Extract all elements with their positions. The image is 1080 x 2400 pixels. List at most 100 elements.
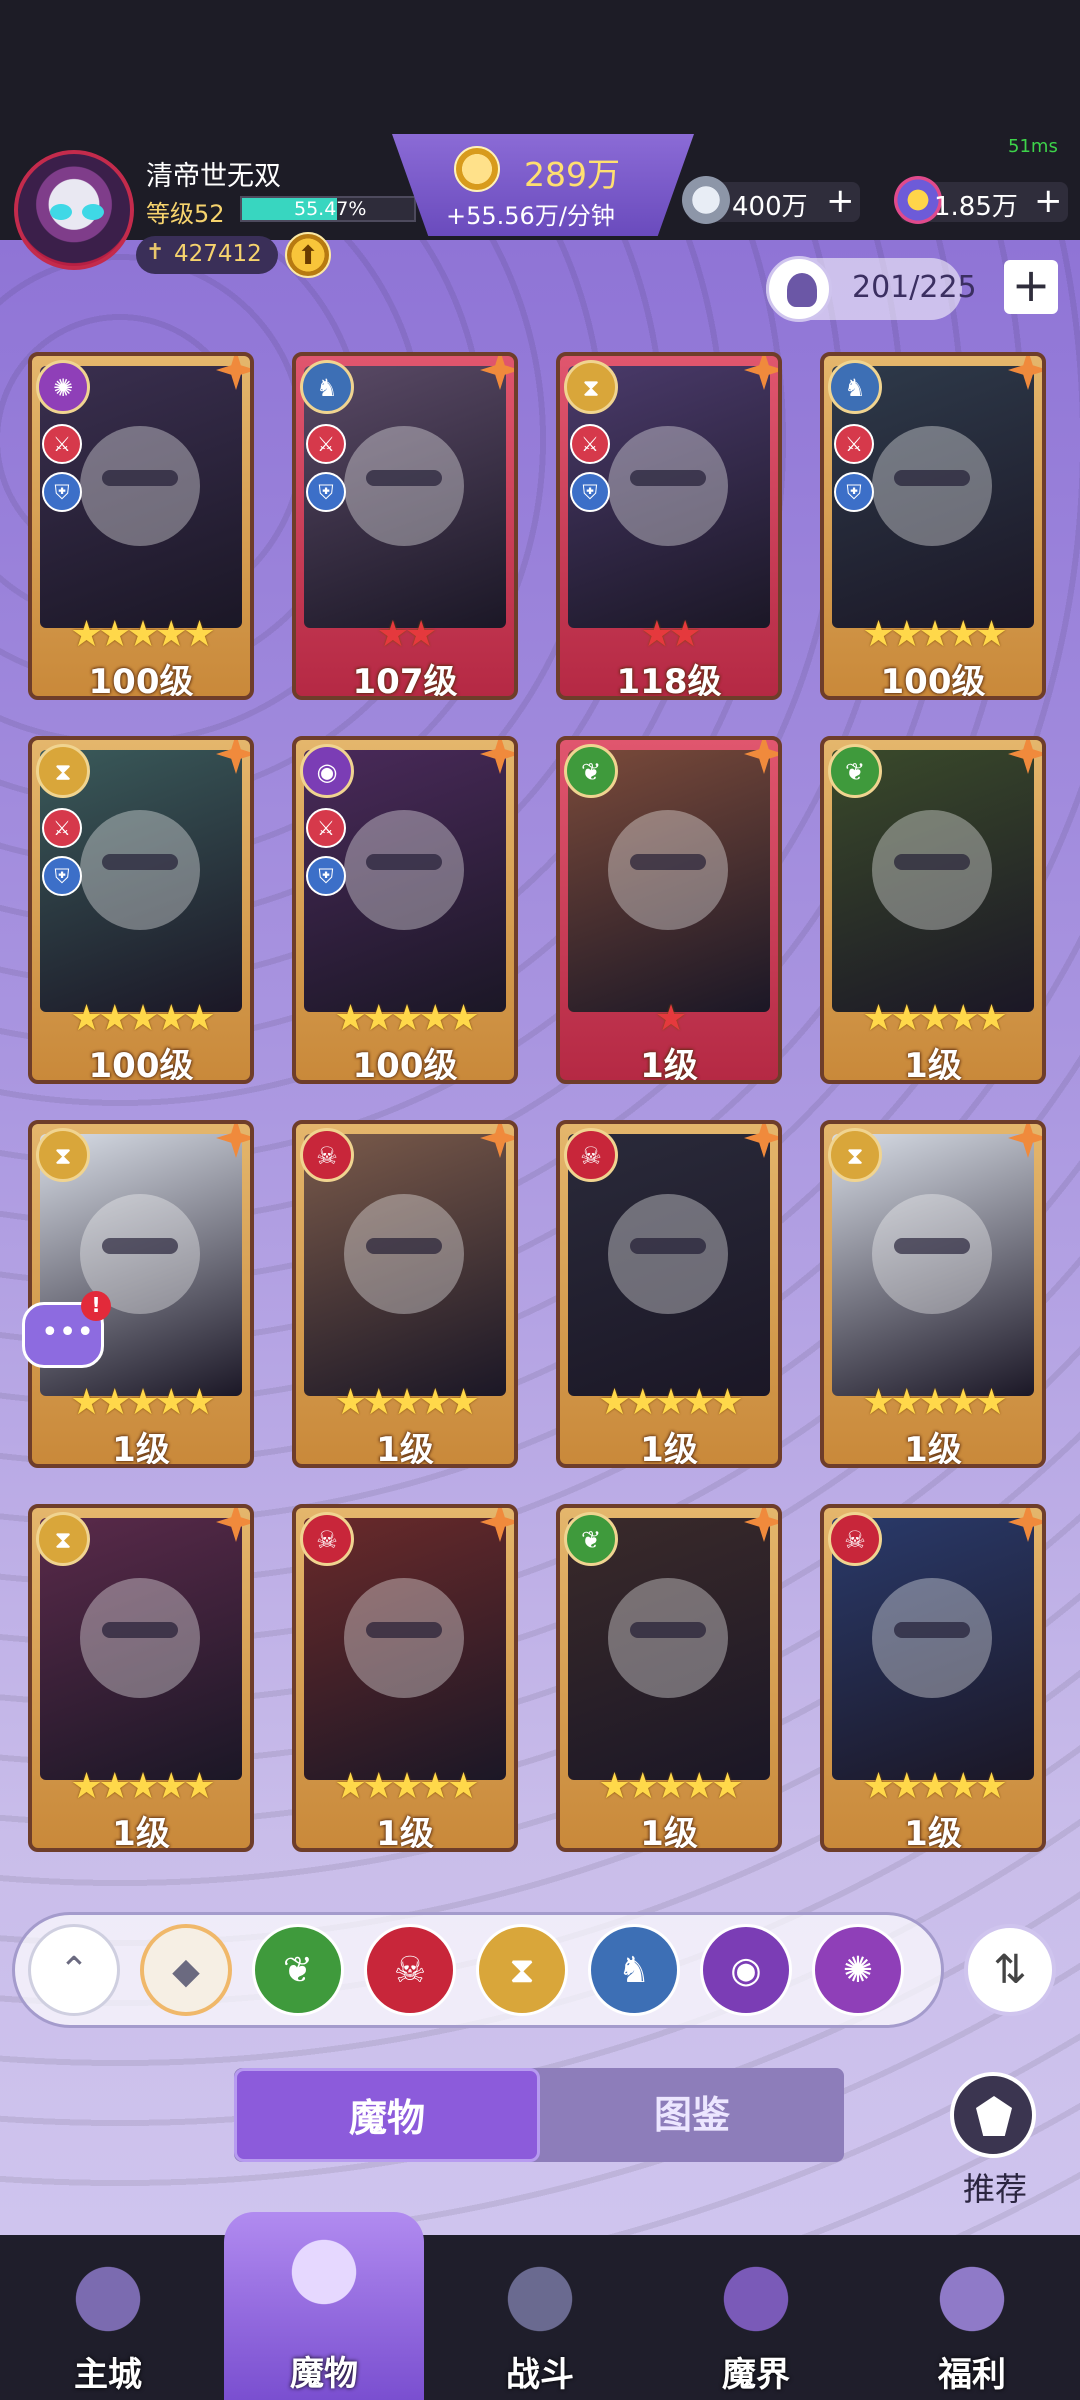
player-level: 等级52 xyxy=(146,200,225,228)
hourglass-faction-icon: ⧗ xyxy=(36,744,90,798)
dragon-faction-icon[interactable]: ♞ xyxy=(588,1924,680,2016)
hourglass-faction-icon: ⧗ xyxy=(36,1512,90,1566)
eye-faction-icon[interactable]: ◉ xyxy=(700,1924,792,2016)
castle-icon xyxy=(58,2249,158,2349)
collapse-icon[interactable]: ⌃ xyxy=(28,1924,120,2016)
star-rating: ★★★★★ xyxy=(70,1766,215,1807)
nav-label: 战斗 xyxy=(506,2355,574,2395)
recommend-button[interactable] xyxy=(950,2072,1036,2158)
monster-card[interactable]: ✺ ⚔ ⛨ ★★★★★ 100级 xyxy=(28,352,254,700)
power-up-button[interactable]: ⬆ xyxy=(285,232,331,278)
attack-badge-icon: ⚔ xyxy=(306,424,346,464)
exp-percent: 55.47% xyxy=(294,198,367,220)
demon-faction-icon[interactable]: ☠ xyxy=(364,1924,456,2016)
avatar-eye xyxy=(82,204,104,220)
spiral-faction-icon[interactable]: ✺ xyxy=(812,1924,904,2016)
leaf-faction-icon: ❦ xyxy=(564,744,618,798)
star-rating: ★★★★★ xyxy=(70,1382,215,1423)
monster-card[interactable]: ☠ ★★★★★ 1级 xyxy=(292,1120,518,1468)
hourglass-faction-icon: ⧗ xyxy=(36,1128,90,1182)
spiral-faction-icon: ✺ xyxy=(36,360,90,414)
monster-level: 1级 xyxy=(376,1430,434,1468)
dragon-faction-icon: ♞ xyxy=(828,360,882,414)
monster-card[interactable]: ◉ ⚔ ⛨ ★★★★★ 100级 xyxy=(292,736,518,1084)
hourglass-faction-icon: ⧗ xyxy=(828,1128,882,1182)
monster-level: 100级 xyxy=(88,662,194,700)
star-rating: ★★★★★ xyxy=(70,614,215,655)
monster-card[interactable]: ⧗ ★★★★★ 1级 xyxy=(28,1120,254,1468)
tab-codex[interactable]: 图鉴 xyxy=(540,2068,844,2162)
expand-capacity-button[interactable]: + xyxy=(1004,260,1058,314)
monster-level: 100级 xyxy=(352,1046,458,1084)
eye-faction-icon: ◉ xyxy=(300,744,354,798)
monster-card[interactable]: ♞ ⚔ ⛨ ★★★★★ 100级 xyxy=(820,352,1046,700)
defense-badge-icon: ⛨ xyxy=(570,472,610,512)
dragon-faction-icon: ♞ xyxy=(300,360,354,414)
resource-star-crystal-value: 1.85万 xyxy=(934,192,1018,222)
monster-card[interactable]: ☠ ★★★★★ 1级 xyxy=(292,1504,518,1852)
defense-badge-icon: ⛨ xyxy=(42,856,82,896)
monster-card[interactable]: ☠ ★★★★★ 1级 xyxy=(556,1120,782,1468)
gold-amount: 289万 xyxy=(524,155,620,194)
monster-level: 1级 xyxy=(640,1814,698,1852)
monster-card[interactable]: ❦ ★ 1级 xyxy=(556,736,782,1084)
nav-label: 福利 xyxy=(938,2355,1006,2395)
monster-card[interactable]: ⧗ ★★★★★ 1级 xyxy=(820,1120,1046,1468)
monster-level: 1级 xyxy=(904,1430,962,1468)
monster-card[interactable]: ♞ ⚔ ⛨ ★★ 107级 xyxy=(292,352,518,700)
resource-gem-value: 400万 xyxy=(732,192,808,222)
monster-level: 1级 xyxy=(904,1814,962,1852)
monster-card[interactable]: ⧗ ⚔ ⛨ ★★★★★ 100级 xyxy=(28,736,254,1084)
attack-badge-icon: ⚔ xyxy=(834,424,874,464)
attack-badge-icon: ⚔ xyxy=(42,808,82,848)
player-avatar[interactable] xyxy=(14,150,134,270)
avatar-eye xyxy=(50,204,72,220)
demon-faction-icon: ☠ xyxy=(564,1128,618,1182)
star-rating: ★★★★★ xyxy=(862,1382,1007,1423)
leaf-faction-icon[interactable]: ❦ xyxy=(252,1924,344,2016)
resource-star-crystal[interactable]: 1.85万 + xyxy=(894,176,1068,224)
star-rating: ★★ xyxy=(640,614,702,655)
monster-level: 1级 xyxy=(640,1046,698,1084)
star-rating: ★★★★★ xyxy=(70,998,215,1039)
attack-badge-icon: ⚔ xyxy=(42,424,82,464)
roster-capacity-value: 201/225 xyxy=(852,270,977,305)
monster-level: 100级 xyxy=(88,1046,194,1084)
nav-item[interactable]: 主城 xyxy=(8,2235,208,2400)
nav-label: 主城 xyxy=(74,2355,142,2395)
attack-badge-icon: ⚔ xyxy=(306,808,346,848)
leaf-faction-icon: ❦ xyxy=(564,1512,618,1566)
star-rating: ★★ xyxy=(376,614,438,655)
nav-item[interactable]: 魔物 xyxy=(224,2212,424,2400)
monster-level: 1级 xyxy=(376,1814,434,1852)
monster-card[interactable]: ☠ ★★★★★ 1级 xyxy=(820,1504,1046,1852)
monster-card[interactable]: ⧗ ⚔ ⛨ ★★ 118级 xyxy=(556,352,782,700)
roster-capacity: 201/225 xyxy=(766,256,977,322)
monster-level: 1级 xyxy=(112,1814,170,1852)
monster-flame-icon xyxy=(274,2222,374,2322)
star-rating: ★★★★★ xyxy=(862,1766,1007,1807)
nav-item[interactable]: 魔界 xyxy=(656,2235,856,2400)
chat-button[interactable]: ••• ! xyxy=(22,1291,111,1368)
combat-power-value: 427412 xyxy=(174,241,262,267)
monster-card[interactable]: ❦ ★★★★★ 1级 xyxy=(820,736,1046,1084)
star-rating: ★★★★★ xyxy=(334,998,479,1039)
defense-badge-icon: ⛨ xyxy=(834,472,874,512)
hourglass-faction-icon[interactable]: ⧗ xyxy=(476,1924,568,2016)
star-rating: ★★★★★ xyxy=(862,614,1007,655)
resource-gem-add-button[interactable]: + xyxy=(826,182,855,220)
nav-item[interactable]: 福利 xyxy=(872,2235,1072,2400)
chat-dots-icon: ••• xyxy=(41,1315,95,1350)
sort-button[interactable]: ⇅ xyxy=(964,1924,1056,2016)
monster-level: 118级 xyxy=(616,662,722,700)
battle-shield-icon xyxy=(490,2249,590,2349)
monster-card[interactable]: ⧗ ★★★★★ 1级 xyxy=(28,1504,254,1852)
star-rating: ★ xyxy=(654,998,687,1039)
chat-notification-badge: ! xyxy=(81,1291,111,1321)
resource-gem[interactable]: 400万 + xyxy=(682,176,860,224)
all-factions-icon[interactable]: ◆ xyxy=(140,1924,232,2016)
nav-item[interactable]: 战斗 xyxy=(440,2235,640,2400)
monster-card[interactable]: ❦ ★★★★★ 1级 xyxy=(556,1504,782,1852)
resource-star-crystal-add-button[interactable]: + xyxy=(1034,182,1063,220)
tab-monsters[interactable]: 魔物 xyxy=(234,2068,540,2162)
